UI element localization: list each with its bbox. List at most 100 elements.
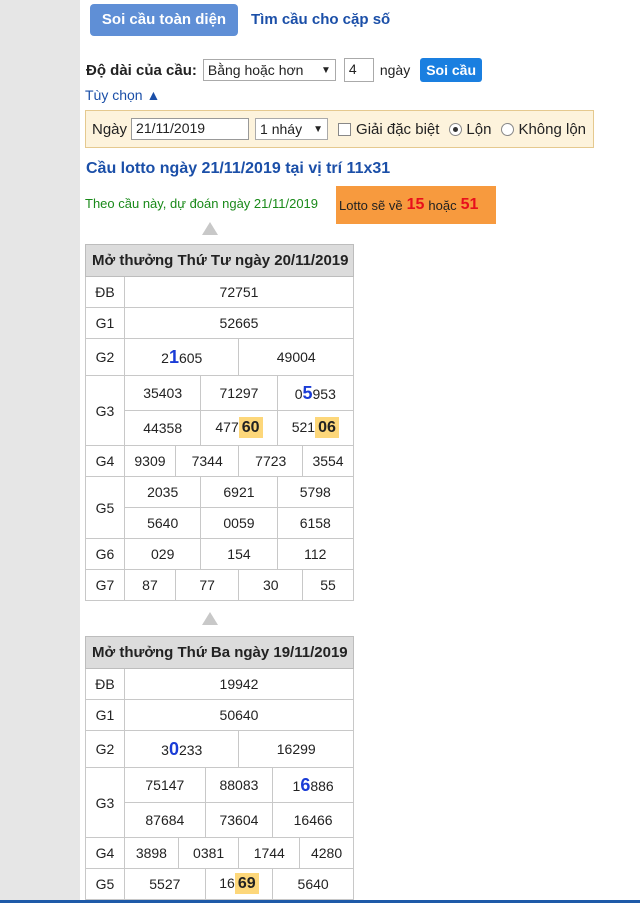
highlight-pair: 06: [315, 417, 339, 438]
digit: 3: [161, 741, 169, 758]
length-select-value: Bằng hoặc hơn: [207, 62, 304, 78]
prize-value: 50640: [124, 699, 354, 731]
prize-value: 52665: [124, 307, 354, 339]
prize-value: 16466: [272, 802, 354, 838]
prize-row-g5: G5 2035 6921 5798: [85, 476, 355, 539]
prize-label: G5: [85, 476, 125, 539]
prize-value: 87684: [124, 802, 206, 838]
date-label: Ngày: [92, 120, 128, 138]
prize-label: ĐB: [85, 276, 125, 308]
prize-row-g3: G3 75147 88083 16886: [85, 767, 354, 838]
prize-row-g4: G4 3898 0381 1744 4280: [85, 837, 354, 869]
tab-pair-search[interactable]: Tìm cầu cho cặp số: [251, 11, 390, 28]
prize-label: G3: [85, 375, 125, 446]
prize-label: G4: [85, 445, 125, 477]
prize-label: G4: [85, 837, 125, 869]
days-input[interactable]: 4: [343, 58, 374, 82]
highlight-pair: 69: [234, 873, 259, 894]
prize-label: G2: [85, 338, 125, 376]
prize-row-db: ĐB 72751: [85, 276, 354, 308]
prize-value: 71297: [200, 375, 278, 411]
reversed-label: Lộn: [466, 120, 492, 138]
prize-value: 5798: [276, 476, 355, 508]
prize-label: G1: [85, 307, 125, 339]
highlight-digit: 0: [168, 738, 179, 759]
prize-value: 029: [123, 538, 202, 570]
prediction-second: 51: [460, 196, 479, 213]
digit: 886: [310, 777, 334, 794]
prize-row-g5: G5 5527 16 69 5640: [85, 868, 354, 900]
draw-table-2: Mở thưởng Thứ Ba ngày 19/11/2019 ĐB 1994…: [85, 636, 354, 900]
prize-value: 5640: [123, 507, 202, 539]
step-select-value: 1 nháy: [260, 121, 303, 137]
draw-table-1: Mở thưởng Thứ Tư ngày 20/11/2019 ĐB 7275…: [85, 244, 355, 601]
step-select[interactable]: 1 nháy ▼: [255, 118, 329, 140]
options-panel: Ngày 21/11/2019 1 nháy ▼ Giải đặc biệt L…: [85, 110, 594, 148]
prize-label: G2: [85, 730, 125, 768]
prize-value: 9309: [124, 445, 176, 477]
prize-value: 72751: [124, 276, 354, 308]
prize-row-g4: G4 9309 7344 7723 3554: [85, 445, 354, 477]
digit: 953: [312, 385, 336, 402]
prize-value: 5640: [272, 868, 354, 900]
chevron-down-icon: ▼: [320, 64, 331, 76]
date-input[interactable]: 21/11/2019: [131, 118, 250, 140]
prize-value: 75147: [124, 767, 206, 803]
prize-value: 88083: [204, 767, 274, 803]
prize-row-g6: G6 029 154 112: [85, 538, 355, 570]
prize-row-g7: G7 87 77 30 55: [85, 569, 354, 601]
highlight-digit: 6: [300, 774, 311, 795]
prize-value: 112: [276, 538, 355, 570]
prize-value: 7723: [238, 445, 304, 477]
prize-value: 30233: [123, 730, 240, 768]
prize-value: 19942: [124, 668, 354, 700]
prize-value: 154: [200, 538, 278, 570]
prize-value: 477 60: [200, 410, 278, 446]
prize-value: 55: [302, 569, 354, 601]
length-row: Độ dài của cầu: Bằng hoặc hơn ▼ 4 ngày S…: [86, 58, 483, 82]
not-reversed-radio[interactable]: [501, 122, 515, 136]
prize-value: 2035: [123, 476, 202, 508]
prize-value: 0059: [200, 507, 278, 539]
prize-value: 16299: [238, 730, 354, 768]
prize-value: 73604: [204, 802, 274, 838]
special-prize-label: Giải đặc biệt: [356, 120, 440, 138]
prize-value: 05953: [276, 375, 355, 411]
digit: 16: [219, 875, 235, 891]
soi-cau-button[interactable]: Soi cầu: [420, 58, 483, 82]
draw-title: Mở thưởng Thứ Ba ngày 19/11/2019: [85, 636, 354, 669]
digit: 477: [215, 419, 239, 435]
draw-title: Mở thưởng Thứ Tư ngày 20/11/2019: [85, 244, 354, 277]
prize-value: 6921: [200, 476, 278, 508]
reversed-radio[interactable]: [449, 122, 463, 136]
highlight-digit: 5: [302, 382, 313, 403]
prize-value: 16886: [272, 767, 354, 803]
arrow-up-icon: [202, 222, 218, 235]
prize-value: 3554: [302, 445, 354, 477]
prize-value: 77: [174, 569, 240, 601]
length-label: Độ dài của cầu:: [86, 61, 197, 79]
digit: 521: [291, 419, 316, 435]
highlight-digit: 1: [168, 346, 179, 367]
prize-value: 4280: [299, 837, 354, 869]
prize-value: 49004: [238, 338, 354, 376]
prize-row-g3b: 87684 73604 16466: [86, 802, 354, 838]
highlight-pair: 60: [238, 417, 263, 438]
prize-value: 6158: [276, 507, 355, 539]
prize-value: 521 06: [276, 410, 355, 446]
chevron-down-icon: ▼: [313, 123, 324, 135]
digit: 605: [178, 349, 203, 366]
prize-row-g2: G2 30233 16299: [85, 730, 354, 768]
prize-value: 3898: [124, 837, 179, 869]
prize-label: G6: [85, 538, 125, 570]
prediction-middle: hoặc: [428, 197, 457, 213]
prize-value: 16 69: [204, 868, 274, 900]
tab-full-analysis[interactable]: Soi cầu toàn diện: [90, 4, 238, 36]
prediction-text: Theo cầu này, dự đoán ngày 21/11/2019: [85, 196, 319, 211]
prize-value: 7344: [174, 445, 240, 477]
options-toggle-link[interactable]: Tùy chọn ▲: [85, 87, 160, 103]
days-unit: ngày: [379, 62, 411, 78]
prize-value: 30: [238, 569, 304, 601]
special-prize-checkbox[interactable]: [338, 122, 352, 136]
length-select[interactable]: Bằng hoặc hơn ▼: [202, 59, 336, 81]
